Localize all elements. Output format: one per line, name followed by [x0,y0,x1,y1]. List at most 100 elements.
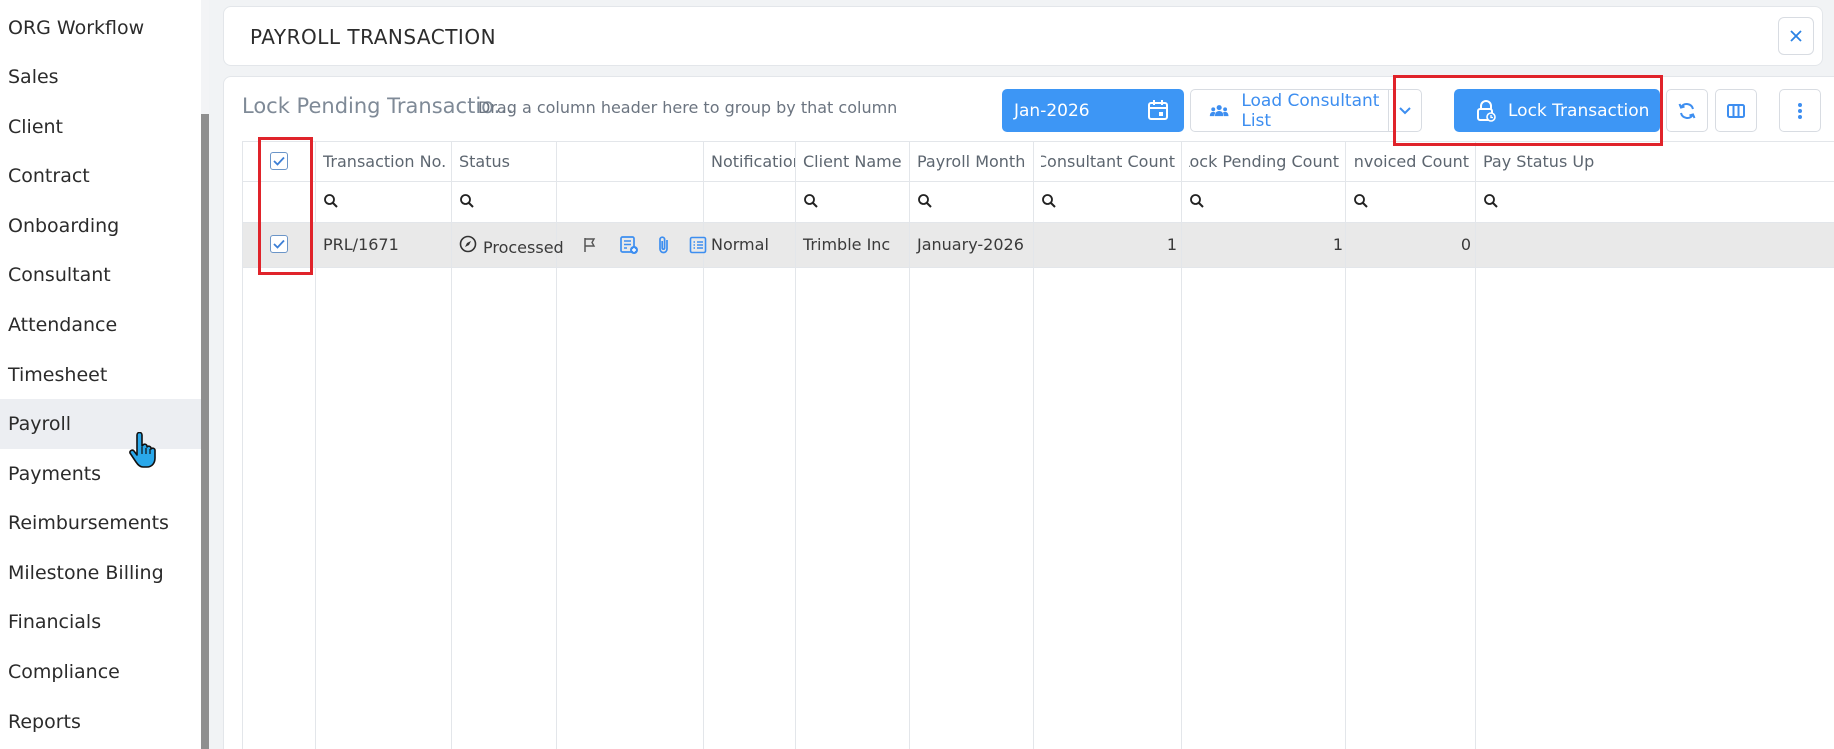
load-consultant-list-button[interactable]: Load Consultant List [1191,90,1390,131]
search-icon[interactable] [323,193,339,209]
column-divider [1181,141,1182,749]
sidebar-item-attendance[interactable]: Attendance [0,300,201,350]
checkmark-icon [273,156,285,166]
sidebar-item-payroll[interactable]: Payroll [0,399,201,449]
sidebar-item-consultant[interactable]: Consultant [0,250,201,300]
compass-icon [459,235,477,252]
search-icon[interactable] [1041,193,1057,209]
sidebar-item-label: Financials [8,611,102,633]
lock-transaction-button[interactable]: Lock Transaction [1454,89,1660,132]
hand-pointer-icon [129,432,156,468]
cell-lock-pending-count[interactable]: 1 [1189,222,1343,267]
sidebar-item-label: Sales [8,66,59,88]
lock-transaction-label: Lock Transaction [1508,100,1650,121]
sidebar-item-reports[interactable]: Reports [0,697,201,747]
sidebar-item-label: Payroll [8,413,72,435]
sidebar-item-label: ORG Workflow [8,17,145,39]
column-divider [1033,141,1034,749]
sidebar-item-financials[interactable]: Financials [0,597,201,647]
sidebar-item-label: Attendance [8,314,118,336]
list-details-icon[interactable] [689,236,707,254]
sidebar-item-client[interactable]: Client [0,102,201,152]
search-icon[interactable] [1353,193,1369,209]
cell-consultant-count[interactable]: 1 [1041,222,1177,267]
sidebar-item-label: Timesheet [8,364,108,386]
sidebar-item-onboarding[interactable]: Onboarding [0,201,201,251]
sidebar-item-timesheet[interactable]: Timesheet [0,350,201,400]
sidebar-item-compliance[interactable]: Compliance [0,647,201,697]
refresh-button[interactable] [1666,89,1708,132]
lock-pending-grid: Lock Pending Transactio... Drag a column… [223,76,1834,749]
column-divider [315,141,316,749]
sidebar-item-label: Reports [8,711,81,733]
page-title: PAYROLL TRANSACTION [250,25,497,49]
add-note-icon[interactable] [619,235,639,255]
close-icon [1790,30,1802,42]
close-button[interactable] [1778,17,1814,55]
sidebar-item-org-workflow[interactable]: ORG Workflow [0,3,201,53]
sidebar-item-label: Payments [8,463,102,485]
column-chooser-button[interactable] [1715,89,1757,132]
cell-payroll-month[interactable]: January-2026 [917,222,1024,267]
flag-icon[interactable] [581,236,599,254]
cell-status: Processed [459,222,564,267]
sidebar-item-contract[interactable]: Contract [0,151,201,201]
row-divider [243,267,1834,268]
search-icon[interactable] [803,193,819,209]
row-checkbox[interactable] [270,235,288,253]
sidebar-item-milestone-billing[interactable]: Milestone Billing [0,548,201,598]
more-vertical-icon [1798,102,1802,119]
sidebar-item-reimbursements[interactable]: Reimbursements [0,498,201,548]
column-header-lock-pending-count[interactable]: Lock Pending Count [1189,141,1339,181]
paperclip-icon[interactable] [655,235,673,255]
load-consultant-split-button: Load Consultant List [1190,89,1422,132]
row-actions [581,222,707,267]
checkmark-icon [273,239,285,249]
column-divider [1345,141,1346,749]
search-icon[interactable] [917,193,933,209]
select-all-checkbox[interactable] [270,152,288,170]
column-header-transaction-no[interactable]: Transaction No. [323,141,447,181]
sidebar-item-label: Client [8,116,64,138]
column-divider [451,141,452,749]
column-header-payroll-month[interactable]: Payroll Month [917,141,1031,181]
columns-icon [1727,103,1745,118]
cell-transaction-no[interactable]: PRL/1671 [323,222,399,267]
column-header-status[interactable]: Status [459,141,553,181]
sidebar-item-label: Onboarding [8,215,120,237]
column-header-invoiced-count[interactable]: Invoiced Count [1353,141,1469,181]
column-header-consultant-count[interactable]: Consultant Count [1041,141,1175,181]
sidebar-item-label: Consultant [8,264,111,286]
cell-invoiced-count[interactable]: 0 [1353,222,1471,267]
cell-client-name[interactable]: Trimble Inc [803,222,890,267]
sidebar: ORG Workflow Sales Client Contract Onboa… [0,0,201,749]
search-icon[interactable] [459,193,475,209]
refresh-icon [1678,102,1696,119]
sidebar-item-label: Reimbursements [8,512,169,534]
month-value: Jan-2026 [1014,100,1090,121]
users-group-icon [1209,104,1229,116]
sidebar-item-label: Compliance [8,661,120,683]
sidebar-scrollbar-thumb[interactable] [201,114,209,749]
calendar-icon[interactable] [1146,98,1170,122]
search-icon[interactable] [1483,193,1499,209]
month-picker[interactable]: Jan-2026 [1002,89,1184,132]
load-options-dropdown[interactable] [1389,90,1421,131]
grid-title: Lock Pending Transactio... [242,94,514,118]
column-divider [795,141,796,749]
sidebar-item-sales[interactable]: Sales [0,52,201,102]
column-header-actions [563,141,699,181]
search-icon[interactable] [1189,193,1205,209]
group-panel-hint[interactable]: Drag a column header here to group by th… [478,98,897,117]
cell-notification[interactable]: Normal [711,222,769,267]
sidebar-item-payments[interactable]: Payments [0,449,201,499]
column-header-client-name[interactable]: Client Name [803,141,907,181]
column-header-pay-status[interactable]: Pay Status Up [1483,141,1607,181]
lock-icon [1477,99,1496,122]
status-label: Processed [483,237,564,257]
column-divider [1475,141,1476,749]
page-header: PAYROLL TRANSACTION [223,6,1823,66]
column-header-notification[interactable]: Notification [711,141,795,181]
column-divider [909,141,910,749]
more-options-button[interactable] [1779,89,1821,132]
